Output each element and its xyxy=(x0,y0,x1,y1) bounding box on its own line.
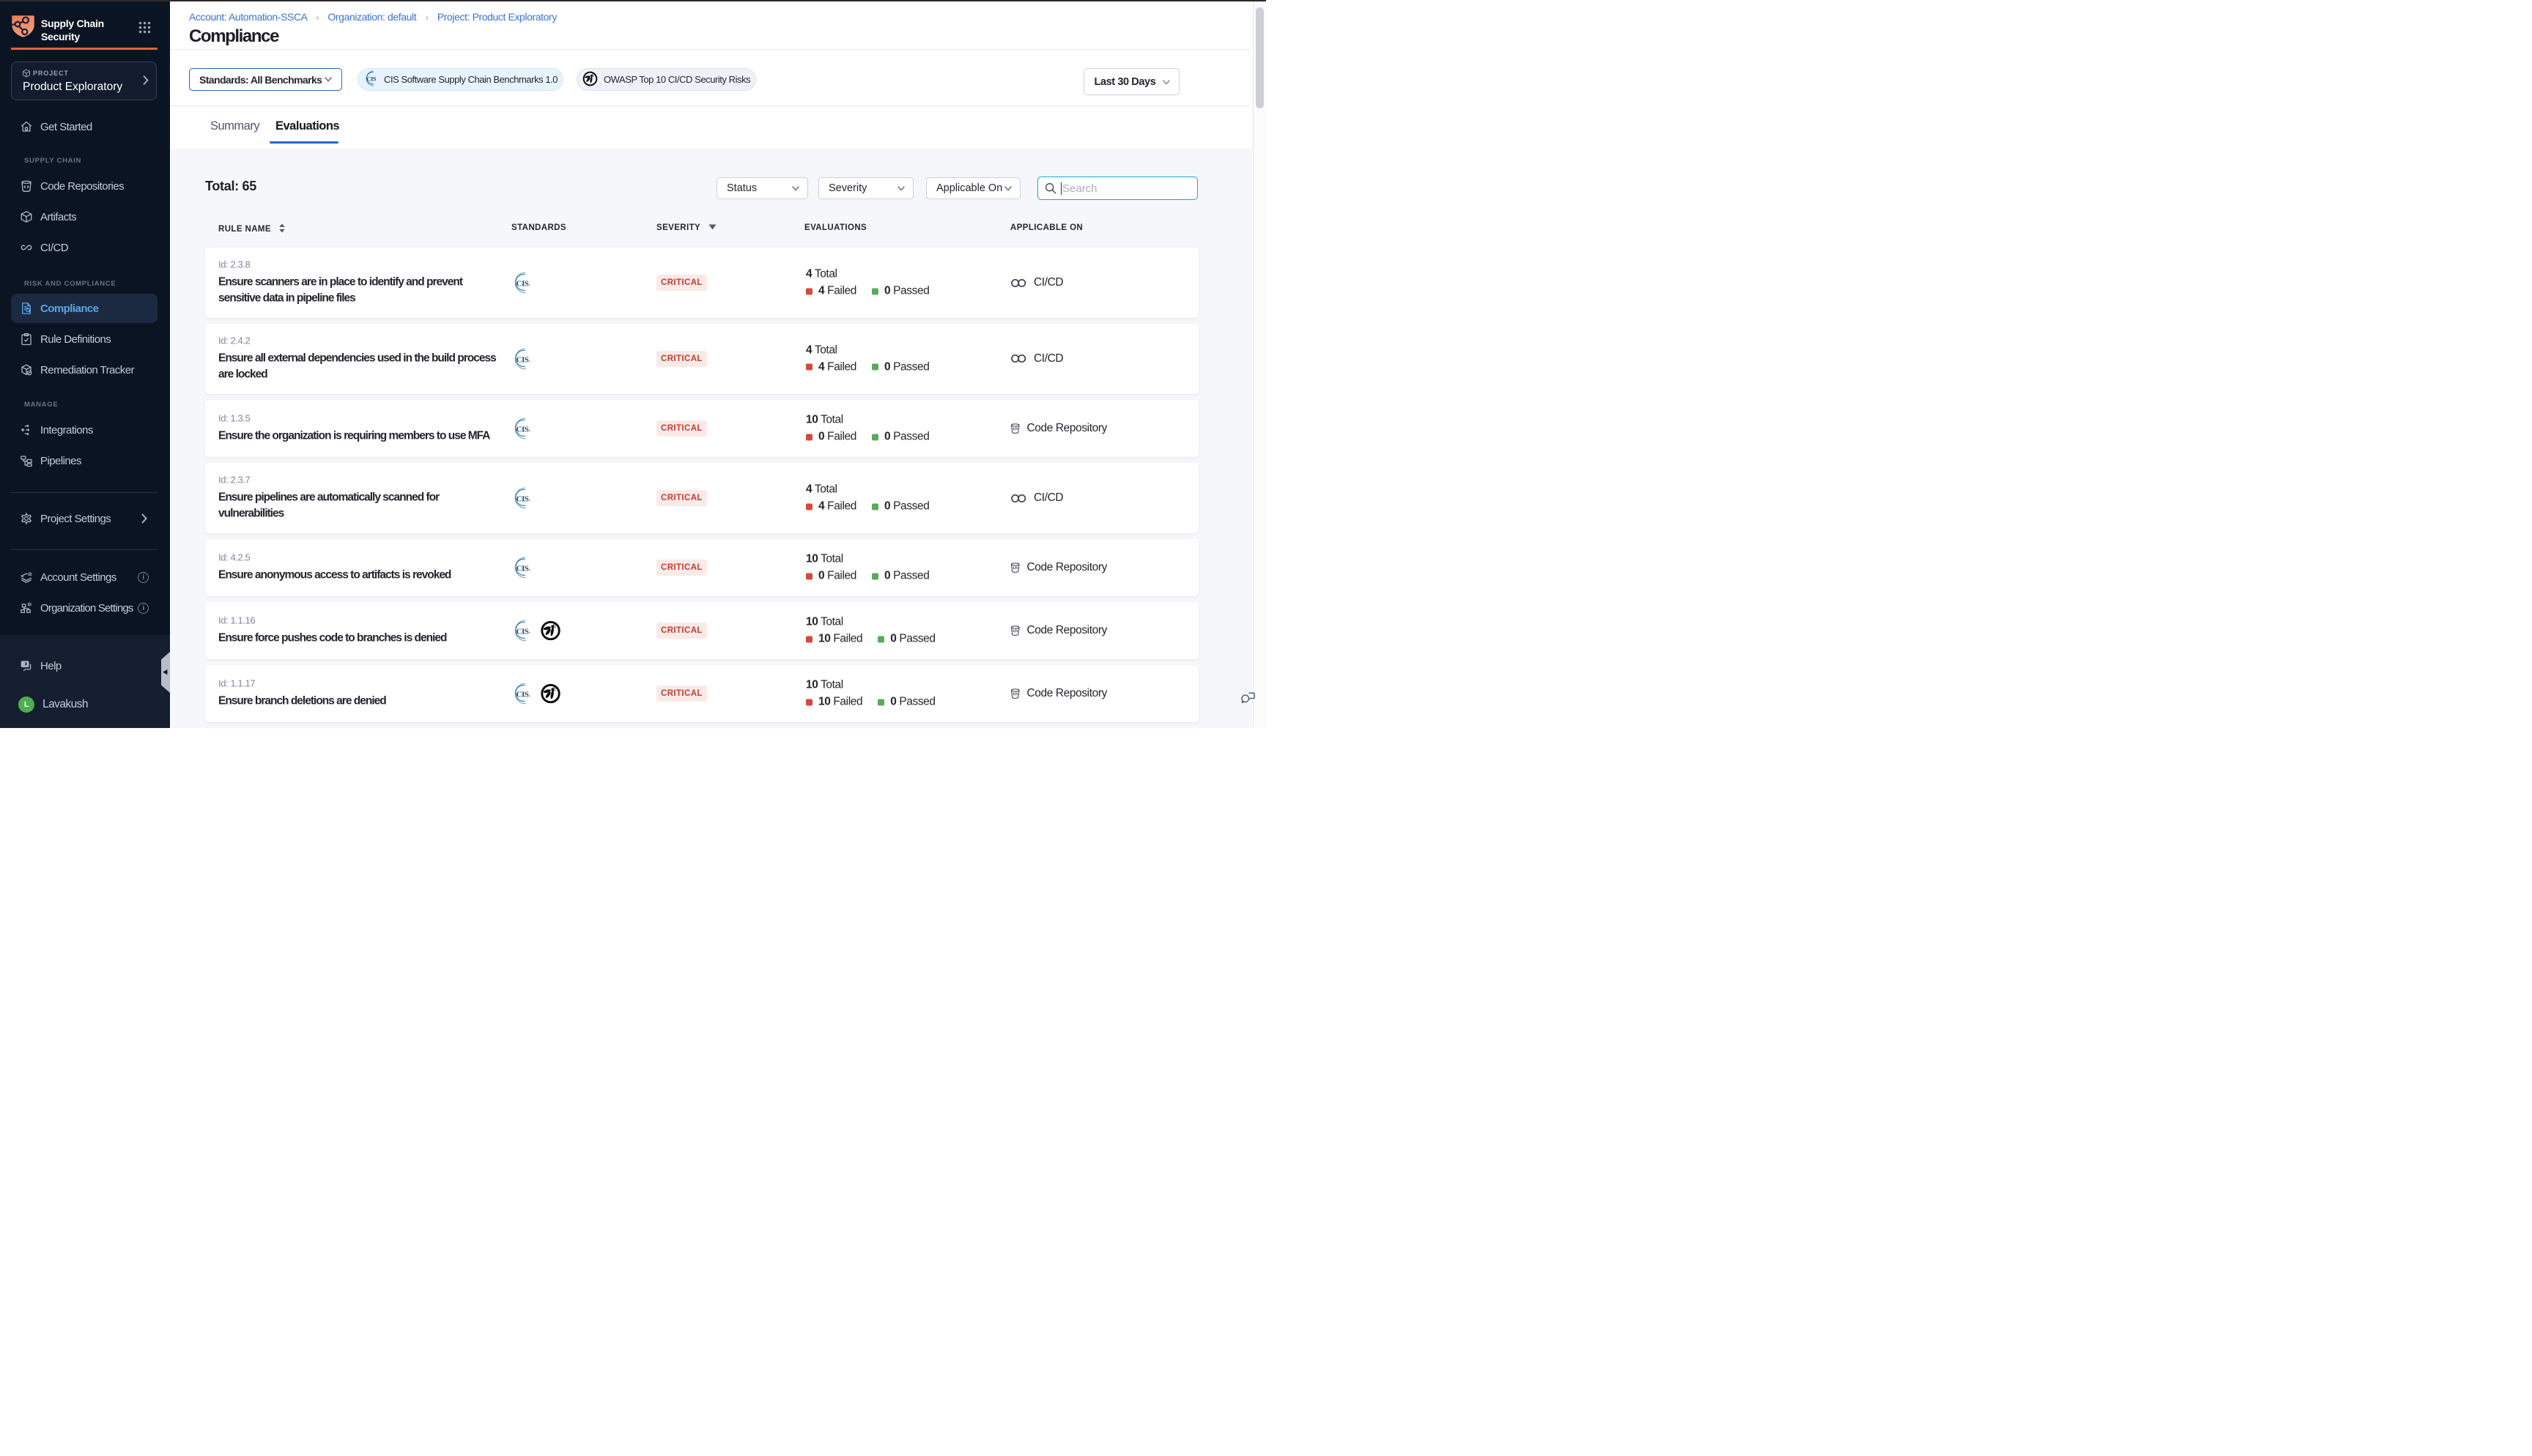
svg-text:CIS: CIS xyxy=(517,627,529,636)
svg-text:CIS: CIS xyxy=(366,75,377,82)
svg-text:CIS: CIS xyxy=(517,564,529,573)
svg-text:CIS: CIS xyxy=(517,494,529,503)
svg-text:CIS: CIS xyxy=(517,355,529,364)
svg-text:CIS: CIS xyxy=(517,425,529,434)
svg-text:CIS: CIS xyxy=(517,690,529,699)
svg-text:CIS: CIS xyxy=(517,279,529,288)
